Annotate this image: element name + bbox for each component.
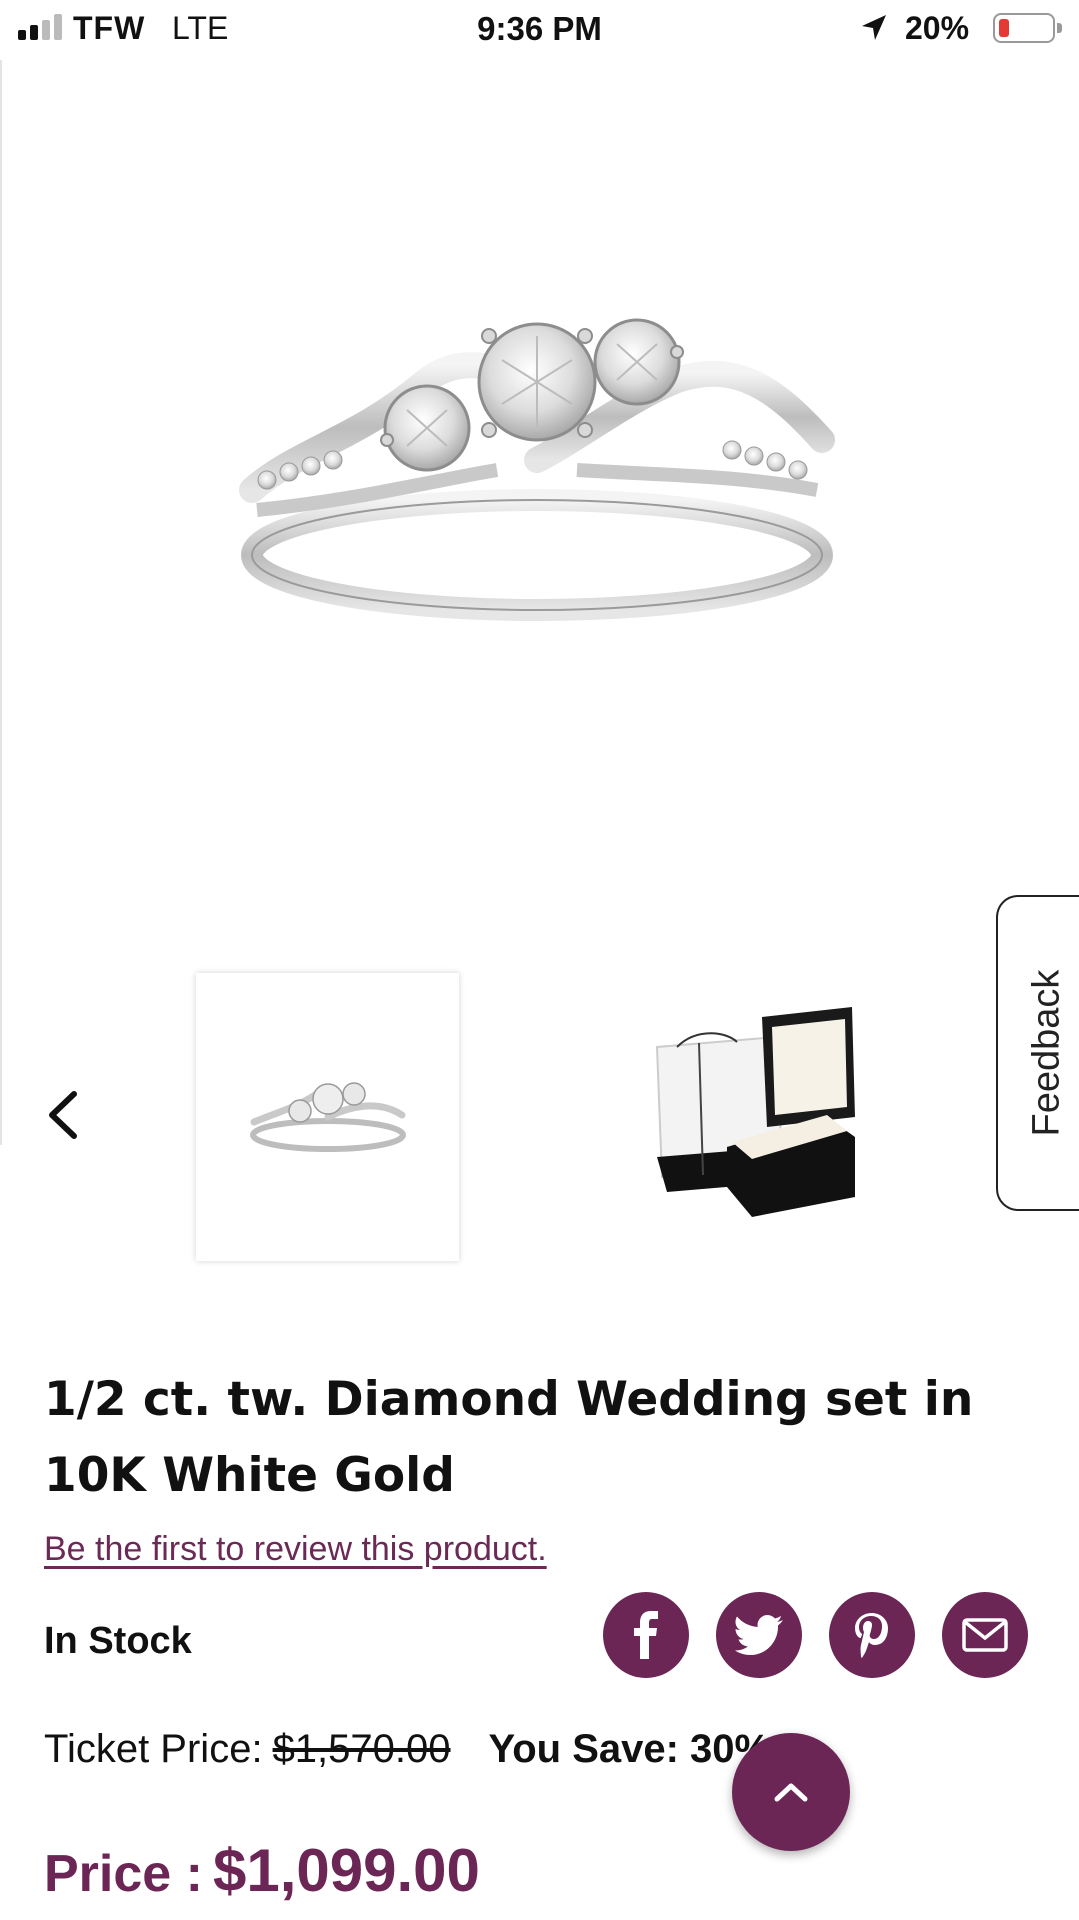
thumbnail-gift-box[interactable] xyxy=(620,973,883,1261)
gift-box-thumbnail-image xyxy=(655,1007,855,1217)
ring-image xyxy=(239,318,835,621)
feedback-label: Feedback xyxy=(1025,969,1068,1137)
you-save: You Save: 30% xyxy=(488,1727,771,1771)
ticket-price-row: Ticket Price: $1,570.00 You Save: 30% xyxy=(44,1727,770,1772)
battery-percent: 20% xyxy=(905,10,970,46)
email-share-button[interactable] xyxy=(942,1592,1028,1678)
ticket-price-value: $1,570.00 xyxy=(272,1727,451,1771)
product-title: 1/2 ct. tw. Diamond Wedding set in 10K W… xyxy=(44,1372,974,1503)
pinterest-icon xyxy=(855,1613,888,1658)
facebook-icon xyxy=(634,1611,658,1659)
battery-icon xyxy=(993,13,1062,43)
email-icon xyxy=(962,1618,1008,1652)
price-label: Price : xyxy=(44,1845,203,1903)
location-arrow-icon xyxy=(862,15,886,40)
battery-level xyxy=(999,19,1009,37)
twitter-icon xyxy=(735,1615,783,1655)
price-row: Price : $1,099.00 xyxy=(44,1836,480,1905)
pinterest-share-button[interactable] xyxy=(829,1592,915,1678)
chevron-left-icon[interactable] xyxy=(44,1090,84,1140)
twitter-share-button[interactable] xyxy=(716,1592,802,1678)
price-value: $1,099.00 xyxy=(212,1837,480,1904)
thumbnail-ring[interactable] xyxy=(196,973,459,1261)
ticket-price-label: Ticket Price: xyxy=(44,1727,263,1771)
feedback-tab[interactable]: Feedback xyxy=(996,895,1079,1211)
review-link[interactable]: Be the first to review this product. xyxy=(44,1530,547,1569)
stock-status: In Stock xyxy=(44,1620,192,1662)
facebook-share-button[interactable] xyxy=(603,1592,689,1678)
ring-thumbnail-image xyxy=(249,1082,406,1152)
chevron-up-icon xyxy=(774,1783,808,1802)
status-bar: TFW LTE 9:36 PM 20% xyxy=(0,0,1079,60)
scroll-to-top-button[interactable] xyxy=(732,1733,850,1851)
